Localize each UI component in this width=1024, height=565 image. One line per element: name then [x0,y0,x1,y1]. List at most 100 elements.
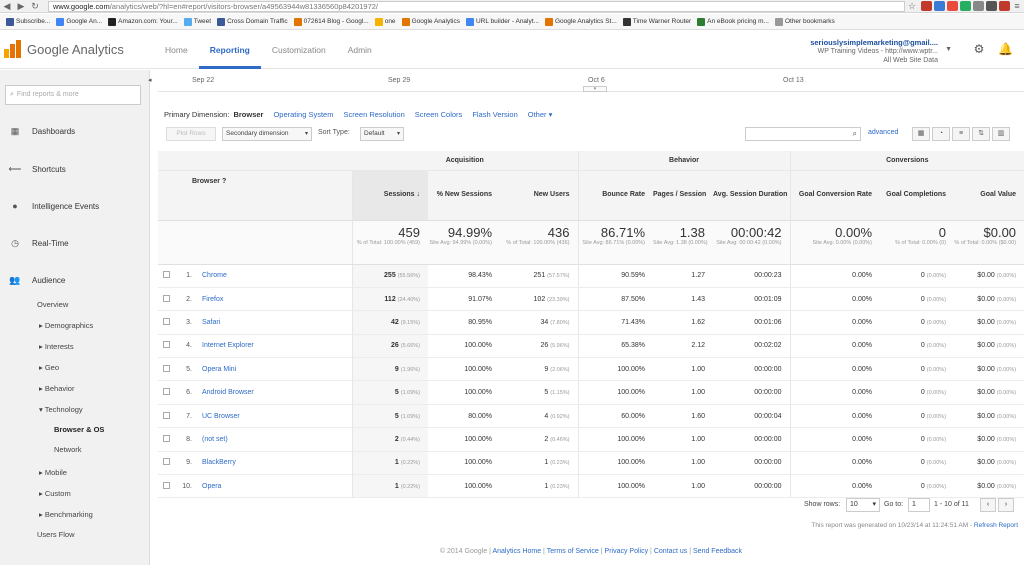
row-checkbox[interactable] [158,310,174,335]
gear-icon[interactable]: ⚙ [972,42,986,56]
bookmark-item[interactable]: Amazon.com: Your... [108,17,178,26]
sidebar-item-interests[interactable]: ▸ Interests [39,342,74,351]
row-checkbox[interactable] [158,264,174,288]
tab-customization[interactable]: Customization [261,31,337,69]
star-icon[interactable]: ☆ [905,0,919,13]
bookmark-item[interactable]: Subscribe... [6,17,50,26]
col-pages-session[interactable]: Pages / Session [653,170,713,221]
sidebar-item-overview[interactable]: Overview [37,300,68,309]
reload-icon[interactable]: ↻ [28,0,42,13]
bookmark-item[interactable]: 072614 Blog - Googl... [293,17,369,26]
browser-link[interactable]: Chrome [196,264,353,288]
footer-contact[interactable]: Contact us [654,548,687,555]
col-goal-completions[interactable]: Goal Completions [880,170,955,221]
bookmark-item[interactable]: Tweet [183,17,211,26]
row-checkbox[interactable] [158,380,174,405]
row-checkbox[interactable] [158,474,174,499]
row-checkbox[interactable] [158,334,174,359]
extension-icon[interactable] [986,1,997,11]
advanced-filter-link[interactable]: advanced [868,129,898,136]
bookmark-item[interactable]: Google Analytics [401,17,460,26]
chevron-down-icon[interactable]: ▼ [945,46,952,53]
forward-icon[interactable]: ▶ [14,0,28,13]
footer-privacy[interactable]: Privacy Policy [605,548,649,555]
browser-link[interactable]: Opera [196,474,353,499]
comparison-view-icon[interactable]: ⇅ [972,127,990,141]
tab-home[interactable]: Home [154,31,199,69]
col-avg-duration[interactable]: Avg. Session Duration [713,170,791,221]
sidebar-item-intelligence-events[interactable]: ● Intelligence Events [0,196,150,216]
sidebar-item-shortcuts[interactable]: ⟵ Shortcuts [0,159,150,179]
browser-link[interactable]: Android Browser [196,380,353,405]
bookmark-item[interactable]: Google An... [56,17,102,26]
extension-icon[interactable] [921,1,932,11]
row-checkbox[interactable] [158,451,174,476]
sidebar-item-real-time[interactable]: ◷ Real-Time [0,233,150,253]
bookmark-item[interactable]: An eBook pricing m... [697,17,769,26]
sort-type-select[interactable]: Default ▾ [360,127,404,141]
sidebar-item-audience[interactable]: 👥 Audience [0,270,150,290]
ga-logo[interactable]: Google Analytics [4,40,124,58]
sidebar-item-demographics[interactable]: ▸ Demographics [39,321,93,330]
extension-icon[interactable] [973,1,984,11]
sidebar-item-custom[interactable]: ▸ Custom [39,489,71,498]
tab-admin[interactable]: Admin [337,31,383,69]
footer-send-feedback[interactable]: Send Feedback [693,548,742,555]
col-sessions[interactable]: Sessions ↓ [352,170,428,221]
prev-page-icon[interactable]: ‹ [980,498,996,512]
col-new-users[interactable]: New Users [500,170,579,221]
bookmark-item[interactable]: Google Analytics St... [544,17,617,26]
dimension-other[interactable]: Other ▾ [528,110,553,119]
bookmark-item[interactable]: Other bookmarks [774,17,835,26]
browser-link[interactable]: BlackBerry [196,451,353,476]
bookmark-item[interactable]: URL builder - Analyt... [465,17,539,26]
row-checkbox[interactable] [158,427,174,452]
sidebar-item-benchmarking[interactable]: ▸ Benchmarking [39,510,93,519]
search-input[interactable]: ⌕ Find reports & more [5,85,141,105]
sidebar-item-network[interactable]: Network [54,445,82,454]
plot-rows-button[interactable]: Plot Rows [166,127,216,141]
bar-view-icon[interactable]: ≡ [952,127,970,141]
col-goal-conversion-rate[interactable]: Goal Conversion Rate [790,170,881,221]
pivot-view-icon[interactable]: ▥ [992,127,1010,141]
row-checkbox[interactable] [158,287,174,312]
footer-analytics-home[interactable]: Analytics Home [492,548,541,555]
tab-reporting[interactable]: Reporting [198,31,261,69]
refresh-report-link[interactable]: Refresh Report [974,522,1018,529]
account-selector[interactable]: seriouslysimplemarketing@gmail.... WP Tr… [810,38,938,65]
browser-link[interactable]: UC Browser [196,404,353,429]
row-checkbox[interactable] [158,404,174,429]
browser-link[interactable]: Safari [196,310,353,335]
collapse-sidebar-icon[interactable]: ◂ [148,76,152,84]
dimension-flash-version[interactable]: Flash Version [472,110,517,119]
dimension-operating-system[interactable]: Operating System [273,110,333,119]
bookmark-item[interactable]: Time Warner Router [622,17,691,26]
dimension-screen-colors[interactable]: Screen Colors [415,110,463,119]
col-bounce-rate[interactable]: Bounce Rate [578,170,653,221]
extension-icon[interactable] [960,1,971,11]
footer-terms[interactable]: Terms of Service [547,548,599,555]
sidebar-item-behavior[interactable]: ▸ Behavior [39,384,74,393]
sidebar-item-users-flow[interactable]: Users Flow [37,530,75,539]
extension-icon[interactable] [947,1,958,11]
col-browser[interactable]: Browser ? [158,170,353,221]
show-rows-select[interactable]: 10 ▾ [846,498,880,512]
sidebar-item-browser-os[interactable]: Browser & OS [54,425,104,434]
sidebar-item-technology[interactable]: ▾ Technology [39,405,83,414]
col-new-sessions[interactable]: % New Sessions [428,170,500,221]
browser-link[interactable]: Internet Explorer [196,334,353,359]
browser-link[interactable]: Firefox [196,287,353,312]
back-icon[interactable]: ◀ [0,0,14,13]
youtube-icon[interactable] [999,1,1010,11]
next-page-icon[interactable]: › [998,498,1014,512]
secondary-dimension-select[interactable]: Secondary dimension ▾ [222,127,312,141]
browser-link[interactable]: Opera Mini [196,357,353,382]
row-checkbox[interactable] [158,357,174,382]
url-field[interactable]: www.google.com/analytics/web/?hl=en#repo… [48,0,905,12]
col-goal-value[interactable]: Goal Value [954,170,1024,221]
table-filter-input[interactable]: ⌕ [745,127,861,141]
chart-resize-handle[interactable]: ▾ [583,86,607,92]
menu-icon[interactable]: ≡ [1010,0,1024,13]
bell-icon[interactable]: 🔔 [998,42,1013,56]
extension-icon[interactable] [934,1,945,11]
